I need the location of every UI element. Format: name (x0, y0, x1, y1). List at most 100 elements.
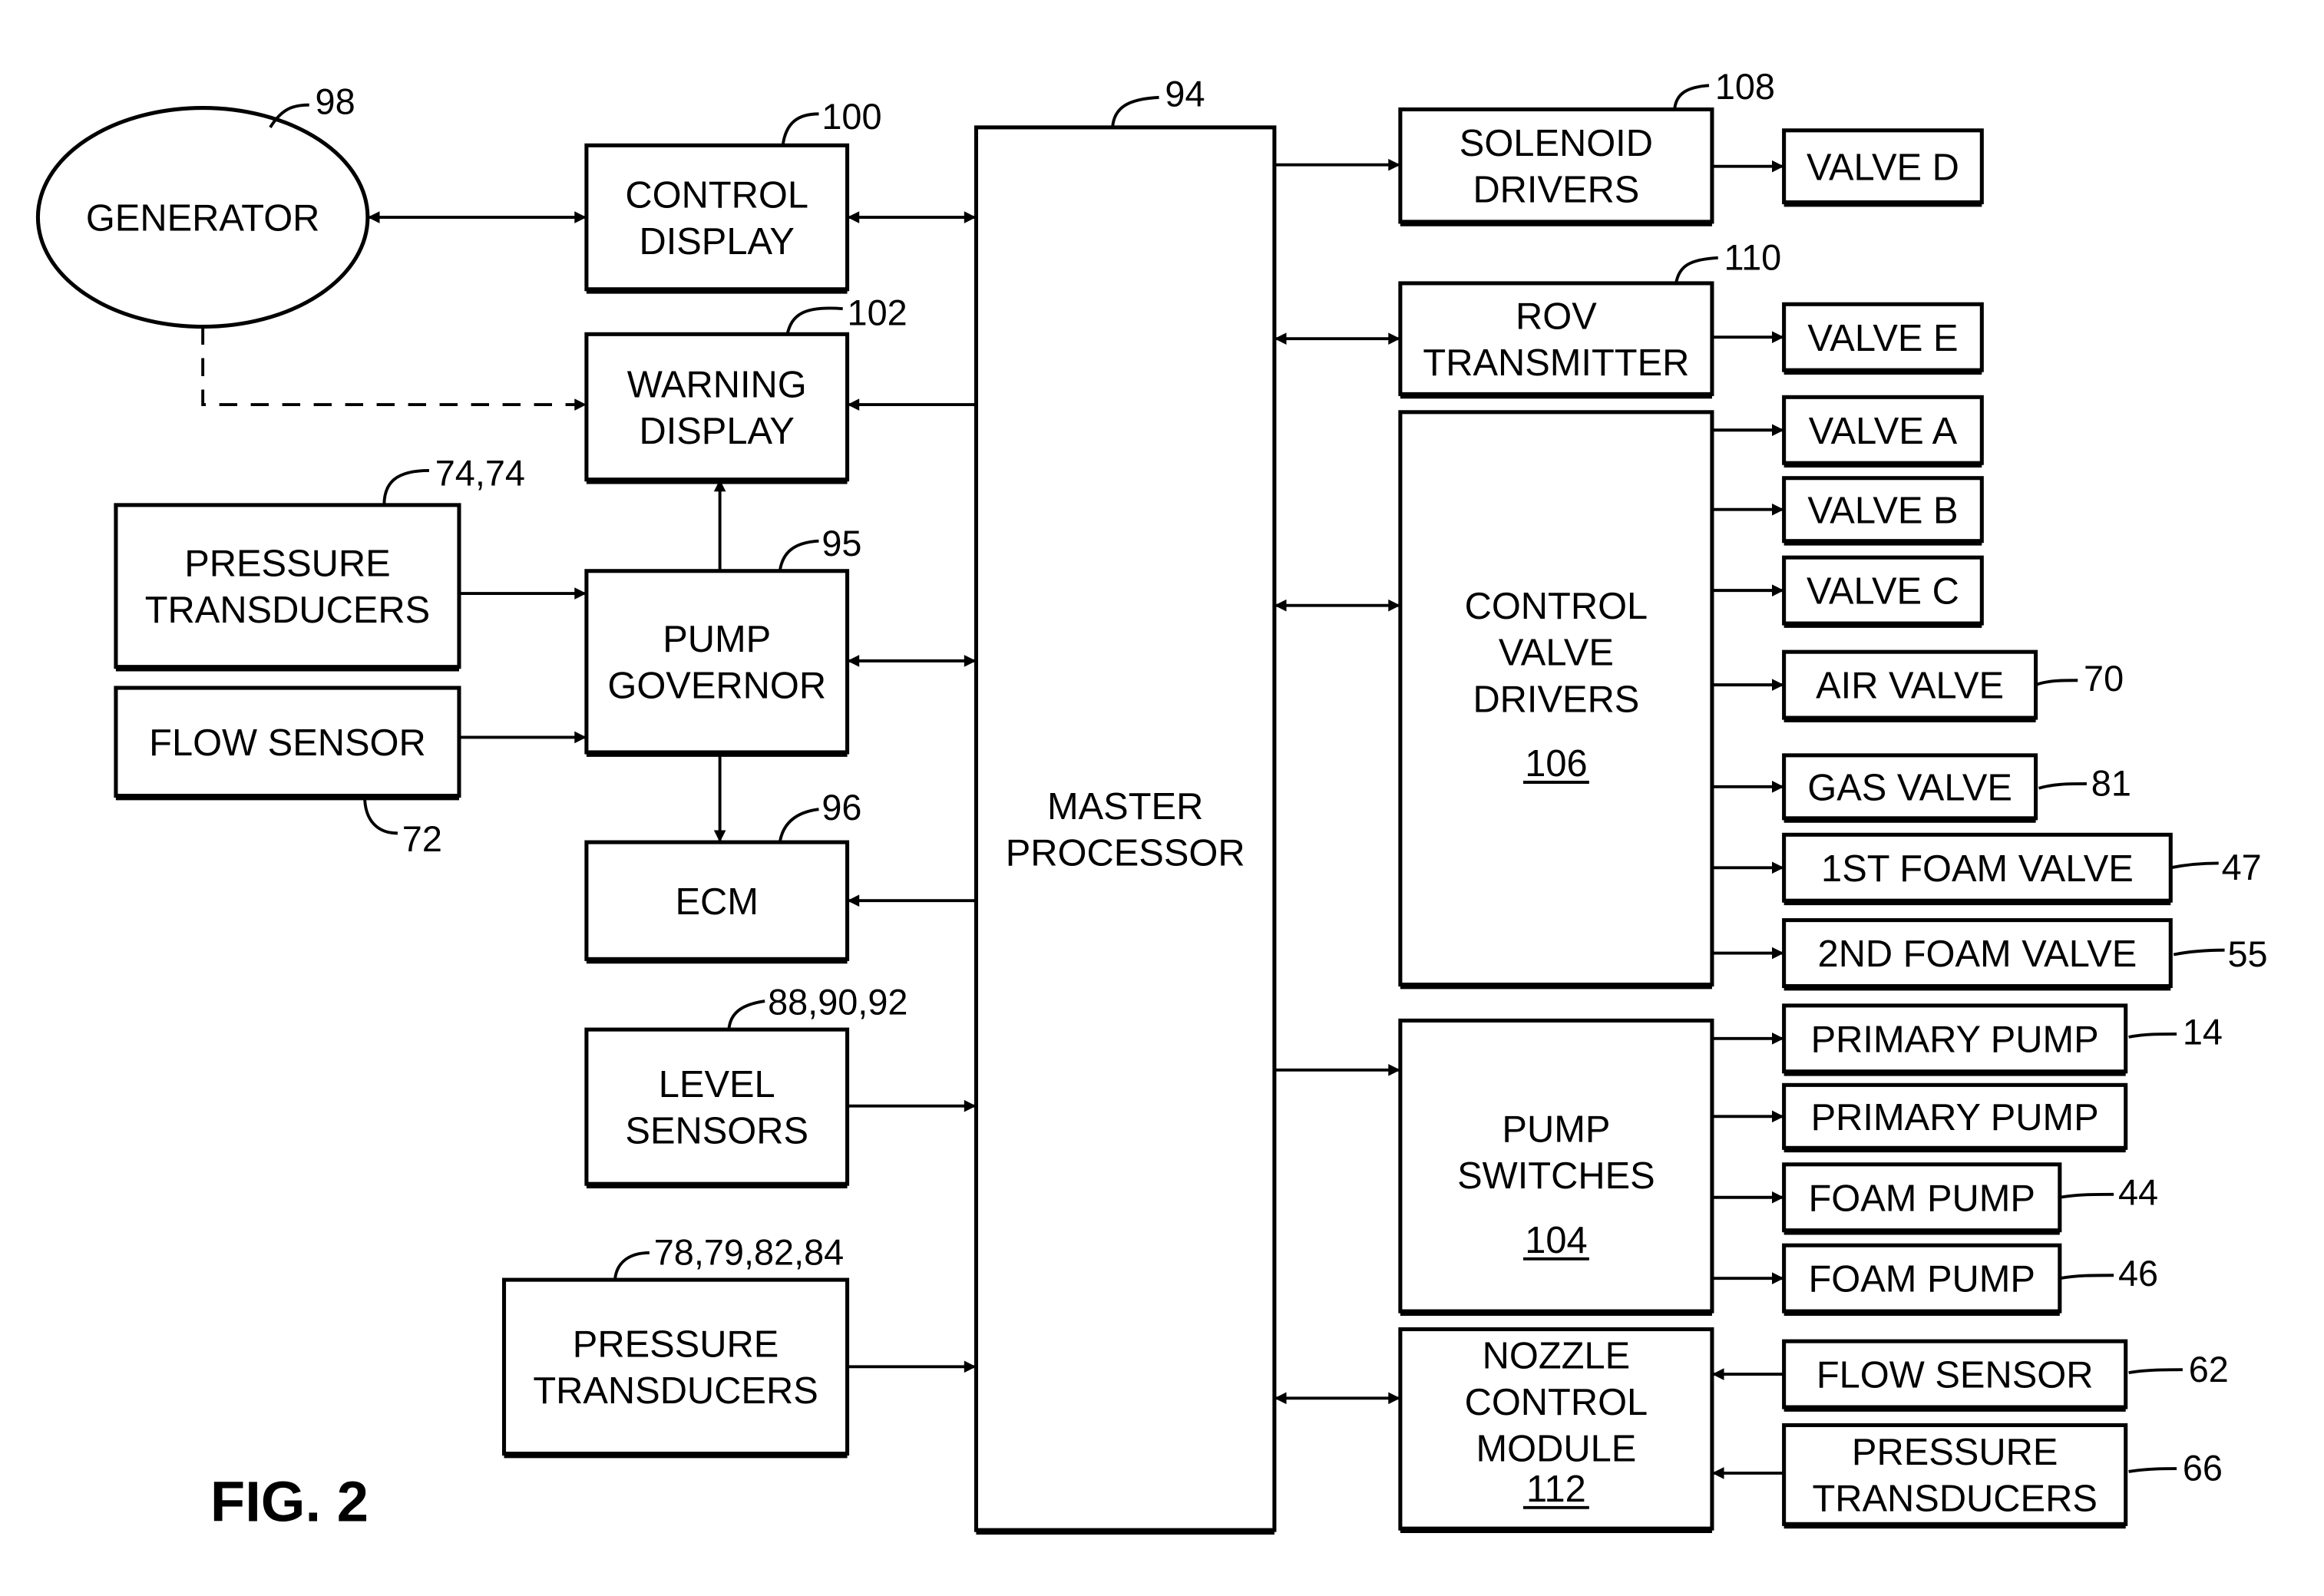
leader-line (2170, 861, 2219, 870)
reference-numeral: 62 (2189, 1350, 2229, 1389)
reference-numeral: 47 (2222, 848, 2262, 887)
node-second-foam-valve: 2ND FOAM VALVE (1782, 918, 2173, 991)
connector-generator-to-warning-display (201, 326, 587, 411)
node-pressure-transducers-left: PRESSURE TRANSDUCERS (114, 503, 461, 672)
node-label: FOAM PUMP (1808, 1259, 2035, 1300)
node-shape (114, 503, 461, 669)
node-flow-sensor-right: FLOW SENSOR (1782, 1339, 2128, 1412)
node-first-foam-valve: 1ST FOAM VALVE (1782, 832, 2173, 906)
node-shape (584, 332, 850, 482)
node-valve-b: VALVE B (1782, 476, 1984, 546)
node-label: MODULE (1476, 1428, 1637, 1469)
leader-line (2059, 1192, 2114, 1199)
ref-primary-pump-1: 14 (2128, 1013, 2223, 1052)
reference-numeral: 95 (821, 524, 861, 563)
node-valve-e: VALVE E (1782, 302, 1984, 375)
reference-numeral: 88,90,92 (768, 983, 907, 1023)
node-ecm: ECM (584, 840, 850, 964)
reference-numeral: 96 (821, 788, 861, 828)
node-label: PROCESSOR (1006, 832, 1245, 874)
reference-numeral: 14 (2183, 1013, 2223, 1052)
node-valve-a: VALVE A (1782, 395, 1984, 468)
node-control-valve-drivers: CONTROL VALVE DRIVERS 106 (1398, 410, 1714, 990)
leader-line (2038, 782, 2087, 790)
reference-numeral: 102 (848, 293, 907, 333)
node-warning-display: WARNING DISPLAY (584, 332, 850, 484)
leader-line (2173, 948, 2225, 957)
ref-first-foam-valve: 47 (2170, 848, 2262, 887)
node-label: CONTROL (1465, 586, 1648, 627)
leader-line (1111, 95, 1159, 128)
ref-flow-sensor-right: 62 (2128, 1350, 2229, 1389)
reference-numeral: 94 (1165, 74, 1205, 114)
node-flow-sensor-left: FLOW SENSOR (114, 686, 461, 801)
node-master-processor: MASTERPROCESSOR (974, 125, 1277, 1535)
node-label: TRANSDUCERS (145, 590, 430, 631)
node-label: LEVEL (659, 1064, 775, 1105)
node-shape (584, 143, 850, 292)
leader-line (382, 469, 429, 505)
node-label: FOAM PUMP (1808, 1178, 2035, 1219)
node-label: PUMP (663, 619, 771, 660)
node-label: PUMP (1502, 1109, 1610, 1151)
ref-pressure-transducers-left: 74,74 (382, 453, 525, 505)
node-label: FLOW SENSOR (1817, 1355, 2094, 1396)
ref-warning-display: 102 (785, 293, 907, 335)
ref-pressure-transducers-right: 66 (2128, 1449, 2223, 1489)
reference-numeral: 98 (316, 81, 355, 121)
ref-solenoid-drivers: 108 (1673, 67, 1775, 110)
reference-numeral: 108 (1715, 67, 1775, 107)
node-label: DISPLAY (639, 411, 795, 452)
reference-numeral: 78,79,82,84 (654, 1233, 844, 1273)
ref-level-sensors: 88,90,92 (727, 983, 907, 1030)
node-label: WARNING (627, 364, 807, 405)
node-label: DISPLAY (639, 221, 795, 263)
node-label: SWITCHES (1457, 1155, 1655, 1197)
ref-second-foam-valve: 55 (2173, 934, 2268, 974)
node-label: AIR VALVE (1816, 666, 2004, 707)
node-label: SOLENOID (1460, 123, 1653, 164)
reference-numeral: 66 (2183, 1449, 2223, 1489)
node-level-sensors: LEVEL SENSORS (584, 1027, 850, 1189)
node-reference-numeral: 112 (1526, 1469, 1586, 1510)
node-label: PRESSURE (184, 544, 390, 585)
leader-line (781, 112, 819, 146)
reference-numeral: 70 (2084, 659, 2124, 699)
node-pressure-transducers-right: PRESSURE TRANSDUCERS (1782, 1423, 2128, 1529)
ref-gas-valve: 81 (2038, 764, 2131, 804)
node-pressure-transducers-bottom: PRESSURETRANSDUCERS (501, 1277, 850, 1459)
ref-control-display: 100 (781, 97, 882, 146)
leader-line (2035, 679, 2078, 686)
leader-line (363, 795, 398, 835)
leader-line (2059, 1274, 2114, 1280)
node-label: VALVE D (1807, 147, 1959, 188)
node-label: ROV (1516, 296, 1597, 337)
reference-numeral: 81 (2091, 764, 2131, 804)
node-reference-numeral: 104 (1525, 1220, 1587, 1261)
node-primary-pump-2: PRIMARY PUMP (1782, 1082, 2128, 1153)
node-label: 1ST FOAM VALVE (1821, 848, 2134, 890)
node-shape (584, 569, 850, 755)
node-label: 2ND FOAM VALVE (1818, 933, 2137, 975)
node-reference-numeral: 106 (1525, 743, 1587, 785)
node-label: MASTER (1047, 786, 1203, 828)
node-label: VALVE A (1809, 411, 1958, 452)
node-valve-c: VALVE C (1782, 555, 1984, 628)
leader-line (2128, 1368, 2183, 1375)
node-solenoid-drivers: SOLENOID DRIVERS (1398, 107, 1714, 226)
node-foam-pump-2: FOAM PUMP (1782, 1243, 2062, 1316)
leader-line (727, 1000, 765, 1030)
ref-flow-sensor-left: 72 (363, 795, 442, 859)
node-nozzle-control-module: NOZZLE CONTROL MODULE112 (1398, 1327, 1714, 1534)
node-pump-governor: PUMP GOVERNOR (584, 569, 850, 757)
node-air-valve: AIR VALVE (1782, 649, 2038, 722)
node-label: SENSORS (625, 1110, 808, 1152)
reference-numeral: 110 (1724, 237, 1782, 277)
ref-foam-pump-1: 44 (2059, 1172, 2158, 1212)
leader-line (1673, 84, 1710, 110)
node-valve-d: VALVE D (1782, 128, 1984, 207)
figure-label: FIG. 2 (210, 1469, 369, 1533)
reference-numeral: 44 (2118, 1172, 2158, 1212)
node-foam-pump-1: FOAM PUMP (1782, 1162, 2062, 1235)
leader-line (1674, 256, 1718, 284)
